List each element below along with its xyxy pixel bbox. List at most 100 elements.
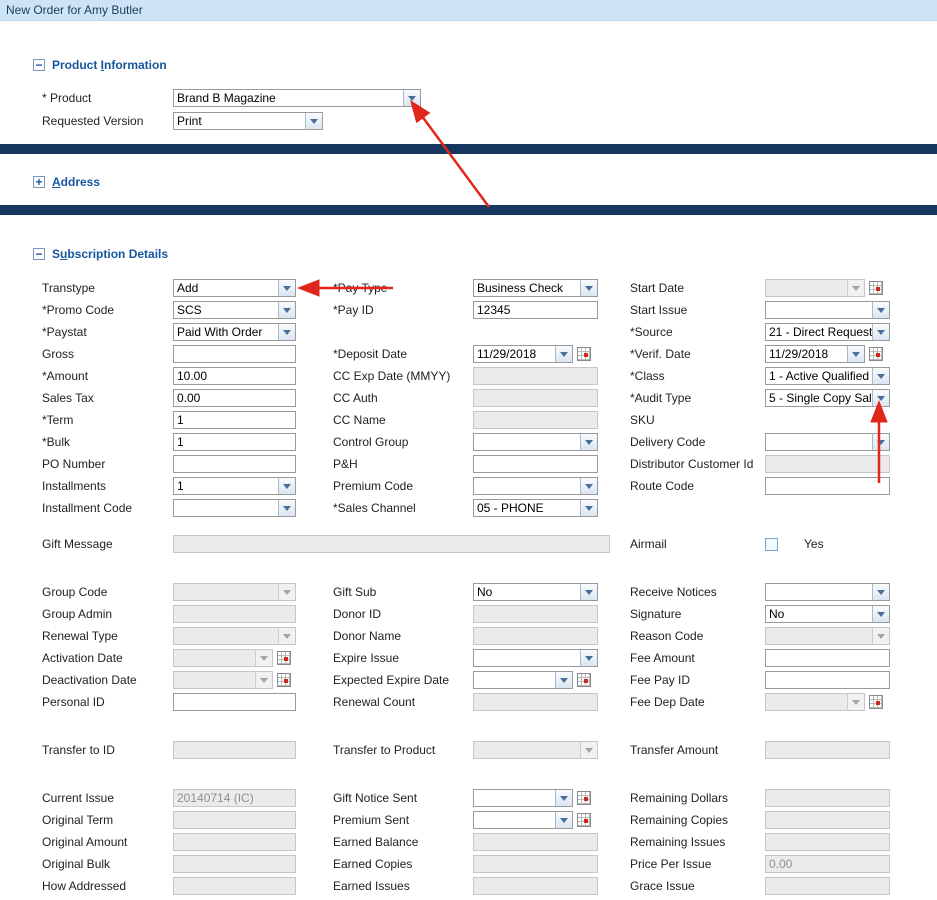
chevron-down-icon[interactable] (872, 302, 889, 318)
field-cell (173, 877, 333, 895)
collapse-icon[interactable]: − (33, 59, 45, 71)
field-gift-notice-sent-select[interactable] (473, 789, 573, 807)
chevron-down-icon[interactable] (278, 478, 295, 494)
field-requested-version-select[interactable]: Print (173, 112, 323, 130)
field-premium-code-select[interactable] (473, 477, 598, 495)
chevron-down-icon[interactable] (580, 650, 597, 666)
field-delivery-code-select[interactable] (765, 433, 890, 451)
chevron-down-icon[interactable] (872, 434, 889, 450)
field-label-airmail: Airmail (630, 537, 765, 551)
field-gross-input[interactable] (173, 345, 296, 363)
field-route-code-input[interactable] (765, 477, 890, 495)
chevron-down-icon[interactable] (278, 324, 295, 340)
calendar-icon[interactable] (577, 813, 591, 827)
field-label-deposit-date: *Deposit Date (333, 347, 473, 361)
field-expected-expire-date-select[interactable] (473, 671, 573, 689)
field-signature-select[interactable]: No (765, 605, 890, 623)
field-personal-id-input[interactable] (173, 693, 296, 711)
chevron-down-icon[interactable] (872, 390, 889, 406)
chevron-down-icon[interactable] (278, 500, 295, 516)
chevron-down-icon[interactable] (872, 368, 889, 384)
field-renewal-type-wrap (173, 627, 296, 645)
field-gift-sub-select[interactable]: No (473, 583, 598, 601)
collapse-icon[interactable]: − (33, 248, 45, 260)
field-gift-message-input (173, 535, 610, 553)
field-sales-tax-input[interactable] (173, 389, 296, 407)
field-control-group-select[interactable] (473, 433, 598, 451)
field-verif-date-select[interactable]: 11/29/2018 (765, 345, 865, 363)
field-p-h-input[interactable] (473, 455, 598, 473)
field-transtype-select[interactable]: Add (173, 279, 296, 297)
field-promo-code-select[interactable]: SCS (173, 301, 296, 319)
chevron-down-icon[interactable] (555, 812, 572, 828)
field-product-select[interactable]: Brand B Magazine (173, 89, 421, 107)
field-start-issue-select[interactable] (765, 301, 890, 319)
chevron-down-icon[interactable] (872, 324, 889, 340)
field-label-installment-code: Installment Code (42, 501, 173, 515)
field-term-input[interactable] (173, 411, 296, 429)
field-paystat-select[interactable]: Paid With Order (173, 323, 296, 341)
chevron-down-icon (278, 584, 295, 600)
chevron-down-icon[interactable] (555, 346, 572, 362)
field-group-code-wrap (173, 583, 296, 601)
field-deposit-date-select[interactable]: 11/29/2018 (473, 345, 573, 363)
field-audit-type-select[interactable]: 5 - Single Copy Sal (765, 389, 890, 407)
chevron-down-icon[interactable] (278, 302, 295, 318)
field-airmail-checkbox[interactable] (765, 538, 778, 551)
section-header-product-information[interactable]: − Product Information (0, 58, 937, 72)
field-receive-notices-select[interactable] (765, 583, 890, 601)
field-premium-sent-select[interactable] (473, 811, 573, 829)
field-amount-input[interactable] (173, 367, 296, 385)
field-source-select[interactable]: 21 - Direct Request (765, 323, 890, 341)
field-cell: No (765, 605, 937, 623)
chevron-down-icon[interactable] (305, 113, 322, 129)
field-gift-sub-wrap: No (473, 583, 598, 601)
field-cell: Add (173, 279, 333, 297)
calendar-icon[interactable] (869, 347, 883, 361)
field-label-gross: Gross (42, 347, 173, 361)
chevron-down-icon[interactable] (580, 478, 597, 494)
field-label-renewal-type: Renewal Type (42, 629, 173, 643)
calendar-icon[interactable] (577, 347, 591, 361)
expand-icon[interactable]: + (33, 176, 45, 188)
field-installments-select[interactable]: 1 (173, 477, 296, 495)
field-earned-issues-input (473, 877, 598, 895)
chevron-glyph (877, 634, 885, 643)
chevron-down-icon[interactable] (847, 346, 864, 362)
calendar-icon[interactable] (577, 791, 591, 805)
field-bulk-input[interactable] (173, 433, 296, 451)
section-title[interactable]: Address (52, 175, 100, 189)
calendar-icon[interactable] (577, 673, 591, 687)
chevron-down-icon[interactable] (872, 606, 889, 622)
chevron-down-icon[interactable] (580, 500, 597, 516)
chevron-down-icon[interactable] (555, 672, 572, 688)
field-gift-notice-sent-wrap (473, 789, 591, 807)
field-remaining-dollars-input (765, 789, 890, 807)
field-fee-amount-input[interactable] (765, 649, 890, 667)
chevron-down-icon[interactable] (580, 584, 597, 600)
section-title[interactable]: Product Information (52, 58, 167, 72)
field-label-fee-dep-date: Fee Dep Date (630, 695, 765, 709)
field-installment-code-select[interactable] (173, 499, 296, 517)
chevron-down-icon[interactable] (555, 790, 572, 806)
chevron-down-icon[interactable] (580, 434, 597, 450)
chevron-down-icon[interactable] (403, 90, 420, 106)
field-transfer-to-product-wrap (473, 741, 598, 759)
chevron-down-icon[interactable] (580, 280, 597, 296)
chevron-down-icon[interactable] (278, 280, 295, 296)
field-class-select[interactable]: 1 - Active Qualified (765, 367, 890, 385)
field-pay-id-input[interactable] (473, 301, 598, 319)
field-sales-channel-select[interactable]: 05 - PHONE (473, 499, 598, 517)
field-expire-issue-select[interactable] (473, 649, 598, 667)
row-spacer (42, 555, 937, 581)
field-cell (765, 455, 937, 473)
section-title[interactable]: Subscription Details (52, 247, 168, 261)
product-information-fields: * ProductBrand B MagazineRequested Versi… (0, 86, 937, 132)
field-po-number-input[interactable] (173, 455, 296, 473)
section-header-address[interactable]: + Address (0, 175, 937, 189)
chevron-glyph (560, 818, 568, 827)
field-fee-pay-id-input[interactable] (765, 671, 890, 689)
field-pay-type-select[interactable]: Business Check (473, 279, 598, 297)
section-header-subscription-details[interactable]: − Subscription Details (0, 247, 937, 261)
chevron-down-icon[interactable] (872, 584, 889, 600)
